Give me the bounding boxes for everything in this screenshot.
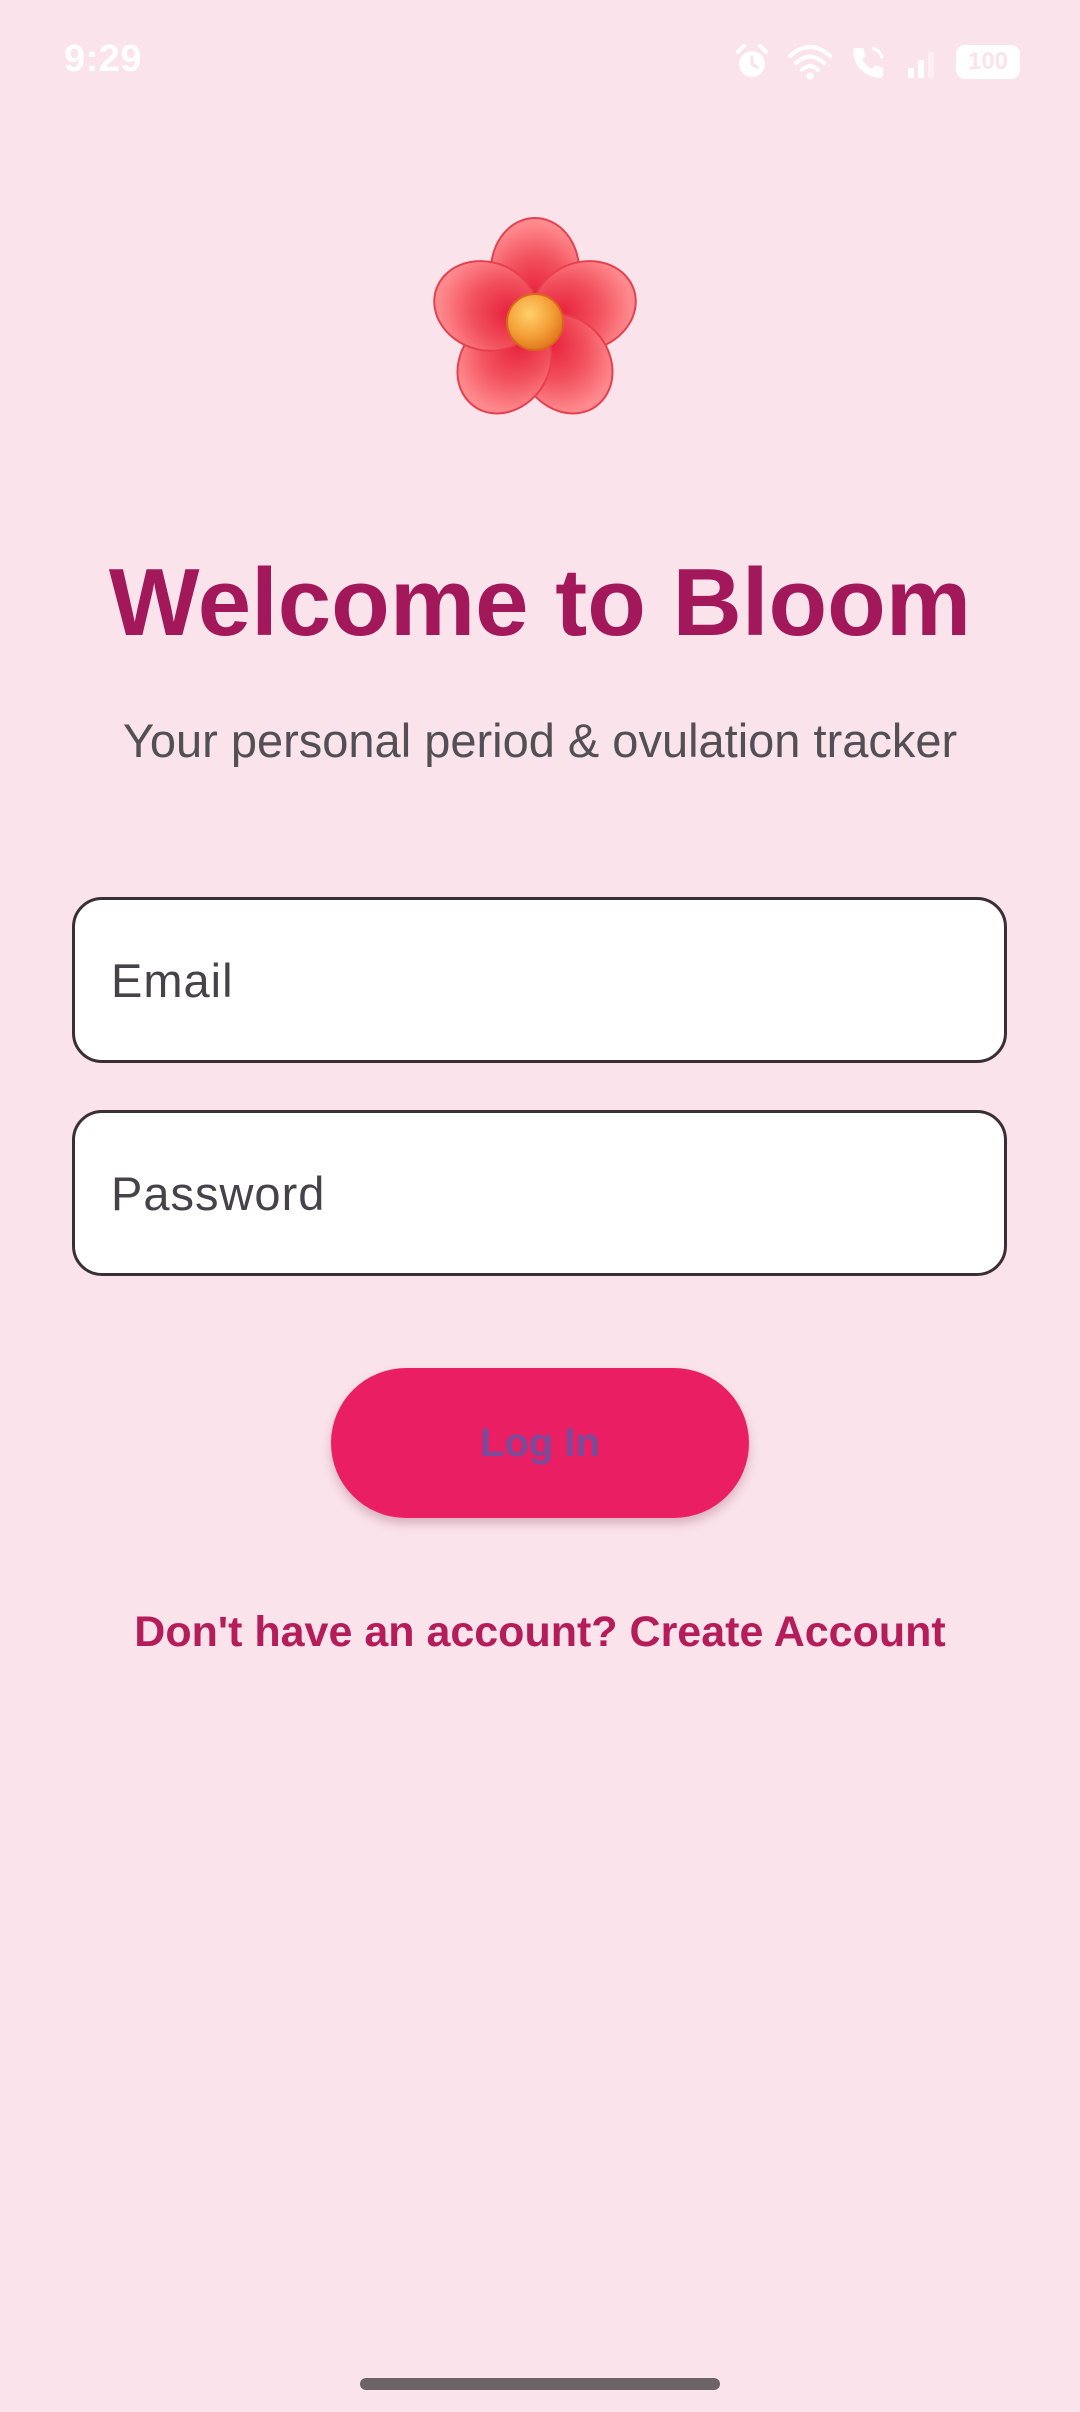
flower-icon xyxy=(420,210,650,440)
status-bar: 9:29 100 xyxy=(0,0,1080,124)
battery-icon: 100 xyxy=(956,45,1020,79)
status-icons: 100 xyxy=(732,38,1020,86)
status-time: 9:29 xyxy=(64,38,143,80)
page-subtitle: Your personal period & ovulation tracker xyxy=(122,714,958,767)
alarm-icon xyxy=(732,42,772,82)
password-field[interactable] xyxy=(72,1110,1007,1276)
battery-level: 100 xyxy=(967,48,1009,75)
create-account-link[interactable]: Don't have an account? Create Account xyxy=(0,1608,1080,1657)
page-title: Welcome to Bloom xyxy=(108,549,972,656)
home-indicator[interactable] xyxy=(360,2378,720,2390)
email-field[interactable] xyxy=(72,897,1007,1063)
login-button[interactable]: Log In xyxy=(331,1368,749,1518)
call-icon xyxy=(848,42,888,82)
password-input[interactable] xyxy=(75,1113,1004,1273)
signal-icon xyxy=(902,42,942,82)
wifi-icon xyxy=(786,42,834,82)
email-input[interactable] xyxy=(75,900,1004,1060)
